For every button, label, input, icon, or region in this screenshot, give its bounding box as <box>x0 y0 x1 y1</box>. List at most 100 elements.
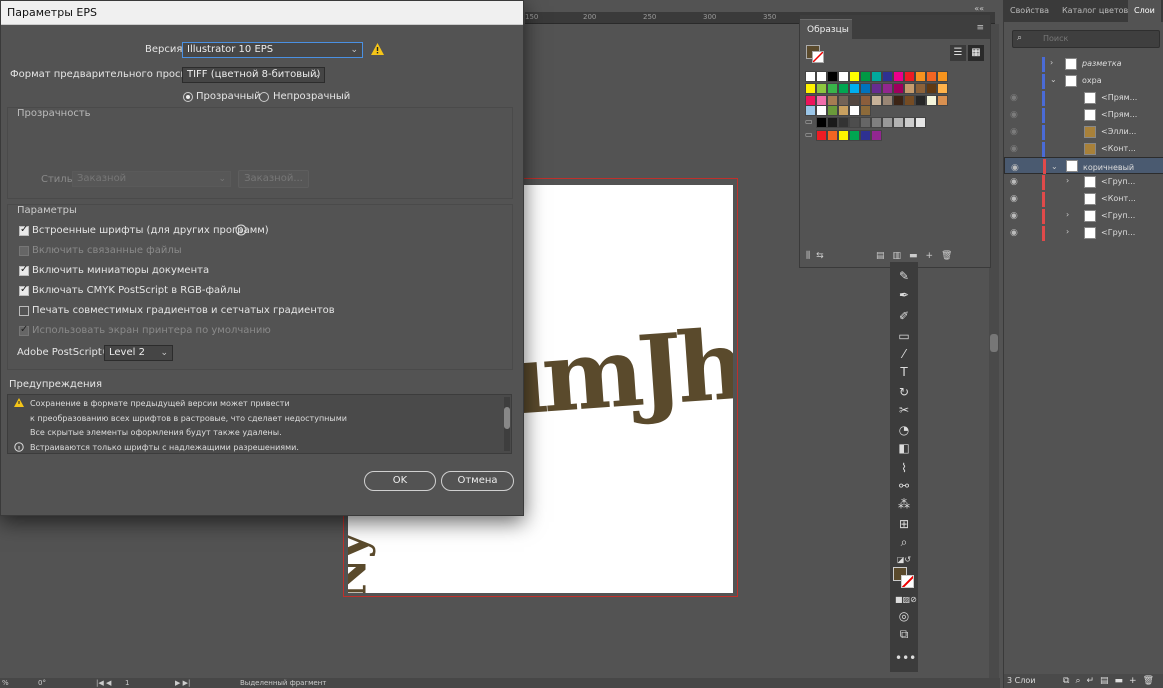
blend-icon[interactable]: ⚯ <box>895 478 913 494</box>
option-label[interactable]: Печать совместимых градиентов и сетчатых… <box>32 305 335 316</box>
layer-row[interactable]: ◉ <Прям... <box>1004 90 1163 107</box>
expand-chevron-icon[interactable]: ⌄ <box>1050 75 1057 84</box>
visibility-eye-icon[interactable]: ◉ <box>1010 93 1018 103</box>
color-swatch[interactable] <box>882 95 893 106</box>
color-swatch[interactable] <box>849 105 860 116</box>
version-select[interactable]: Illustrator 10 EPS ⌄ <box>182 42 363 58</box>
page-nav-next-icon[interactable]: ▶ ▶| <box>175 678 190 688</box>
swatch-library-icon[interactable]: ⫼⇆ <box>806 251 830 261</box>
option-checkbox[interactable] <box>19 284 29 296</box>
radio-opaque-label[interactable]: Непрозрачный <box>273 91 350 102</box>
color-swatch[interactable] <box>915 95 926 106</box>
symbol-sprayer-icon[interactable]: ⁂ <box>895 496 913 512</box>
expand-chevron-icon[interactable]: › <box>1050 58 1053 67</box>
layer-name[interactable]: <Прям... <box>1101 93 1137 102</box>
ok-button[interactable]: OK <box>364 471 436 491</box>
color-swatch[interactable] <box>882 83 893 94</box>
option-checkbox[interactable] <box>19 246 29 256</box>
swatch-actions-icon[interactable]: ▤▥▬+🗑 <box>876 251 960 261</box>
color-swatch[interactable] <box>827 117 838 128</box>
color-swatch[interactable] <box>827 71 838 82</box>
radio-opaque[interactable] <box>259 92 269 102</box>
option-label[interactable]: Встроенные шрифты (для других программ) <box>32 225 269 236</box>
artboard-icon[interactable]: ⊞ <box>895 516 913 532</box>
custom-style-button[interactable]: Заказной... <box>238 170 309 188</box>
collapse-icon[interactable]: «« <box>974 4 984 13</box>
tab-properties[interactable]: Свойства <box>1004 0 1055 22</box>
postscript-select[interactable]: Level 2 ⌄ <box>104 345 173 361</box>
color-swatch[interactable] <box>893 95 904 106</box>
color-swatch[interactable] <box>827 130 838 141</box>
more-tools-icon[interactable]: ••• <box>895 650 916 666</box>
color-swatch[interactable] <box>838 130 849 141</box>
eyedropper-icon[interactable]: ⌇ <box>895 460 913 476</box>
shape-builder-icon[interactable]: ◔ <box>895 422 913 438</box>
swatch-folder-icon[interactable]: ▭ <box>805 130 813 139</box>
visibility-eye-icon[interactable]: ◉ <box>1010 110 1018 120</box>
option-label[interactable]: Включить миниатюры документа <box>32 265 209 276</box>
layer-name[interactable]: <Прям... <box>1101 110 1137 119</box>
color-swatch[interactable] <box>882 117 893 128</box>
visibility-eye-icon[interactable]: ◉ <box>1010 228 1018 238</box>
color-swatch[interactable] <box>838 117 849 128</box>
rotate-icon[interactable]: ↻ <box>895 384 913 400</box>
type-icon[interactable]: T <box>895 364 913 380</box>
color-swatch[interactable] <box>882 71 893 82</box>
color-swatch[interactable] <box>805 83 816 94</box>
color-swatch[interactable] <box>816 71 827 82</box>
expand-chevron-icon[interactable]: › <box>1066 210 1069 219</box>
visibility-eye-icon[interactable]: ◉ <box>1010 177 1018 187</box>
layer-row[interactable]: ◉›разметка <box>1004 56 1163 73</box>
layer-row[interactable]: ◉ › <Груп... <box>1004 174 1163 191</box>
curvature-icon[interactable]: ✎ <box>895 268 913 284</box>
color-swatch[interactable] <box>860 71 871 82</box>
color-swatch[interactable] <box>871 117 882 128</box>
color-swatch[interactable] <box>893 117 904 128</box>
visibility-eye-icon[interactable]: ◉ <box>1010 194 1018 204</box>
layer-name[interactable]: <Конт... <box>1101 144 1136 153</box>
layer-name[interactable]: <Элли... <box>1101 127 1136 136</box>
color-swatch[interactable] <box>904 95 915 106</box>
color-swatch[interactable] <box>860 117 871 128</box>
color-swatch[interactable] <box>827 83 838 94</box>
layer-row[interactable]: ◉ <Конт... <box>1004 191 1163 208</box>
page-nav-icon[interactable]: |◀ ◀ <box>96 678 111 688</box>
cancel-button[interactable]: Отмена <box>441 471 514 491</box>
rectangle-icon[interactable]: ▭ <box>895 328 913 344</box>
layer-row[interactable]: ◉ › <Груп... <box>1004 225 1163 242</box>
color-swatch[interactable] <box>805 105 816 116</box>
swatch-folder-icon[interactable]: ▭ <box>805 117 813 126</box>
color-swatch[interactable] <box>926 71 937 82</box>
scroll-thumb[interactable] <box>990 334 998 352</box>
color-swatch[interactable] <box>926 83 937 94</box>
color-swatch[interactable] <box>838 71 849 82</box>
screen-mode-icon[interactable]: ⧉ <box>895 626 913 642</box>
option-checkbox[interactable] <box>19 224 29 236</box>
visibility-eye-icon[interactable]: ◉ <box>1010 127 1018 137</box>
color-swatch[interactable] <box>860 83 871 94</box>
expand-chevron-icon[interactable]: › <box>1066 227 1069 236</box>
color-swatch[interactable] <box>816 130 827 141</box>
layer-name[interactable]: разметка <box>1082 59 1122 68</box>
color-swatch[interactable] <box>904 83 915 94</box>
pen-icon[interactable]: ✒ <box>895 287 913 303</box>
option-label[interactable]: Включать CMYK PostScript в RGB-файлы <box>32 285 241 296</box>
layer-name[interactable]: <Груп... <box>1101 177 1135 186</box>
grid-view-icon[interactable]: ▦ <box>968 45 984 61</box>
stroke-swatch[interactable] <box>812 51 824 63</box>
color-swatch[interactable] <box>849 117 860 128</box>
visibility-eye-icon[interactable]: ◉ <box>1010 144 1018 154</box>
color-swatch[interactable] <box>871 83 882 94</box>
color-swatch[interactable] <box>860 105 871 116</box>
info-icon[interactable] <box>235 224 247 236</box>
stroke-color[interactable] <box>901 575 914 588</box>
color-swatch[interactable] <box>816 105 827 116</box>
color-swatch[interactable] <box>838 105 849 116</box>
color-swatch[interactable] <box>816 83 827 94</box>
pencil-icon[interactable]: ✐ <box>895 308 913 324</box>
layer-name[interactable]: <Груп... <box>1101 211 1135 220</box>
color-swatch[interactable] <box>871 95 882 106</box>
option-label[interactable]: Включить связанные файлы <box>32 245 182 256</box>
layer-row[interactable]: ◉ <Прям... <box>1004 107 1163 124</box>
scissors-icon[interactable]: ✂ <box>895 402 913 418</box>
